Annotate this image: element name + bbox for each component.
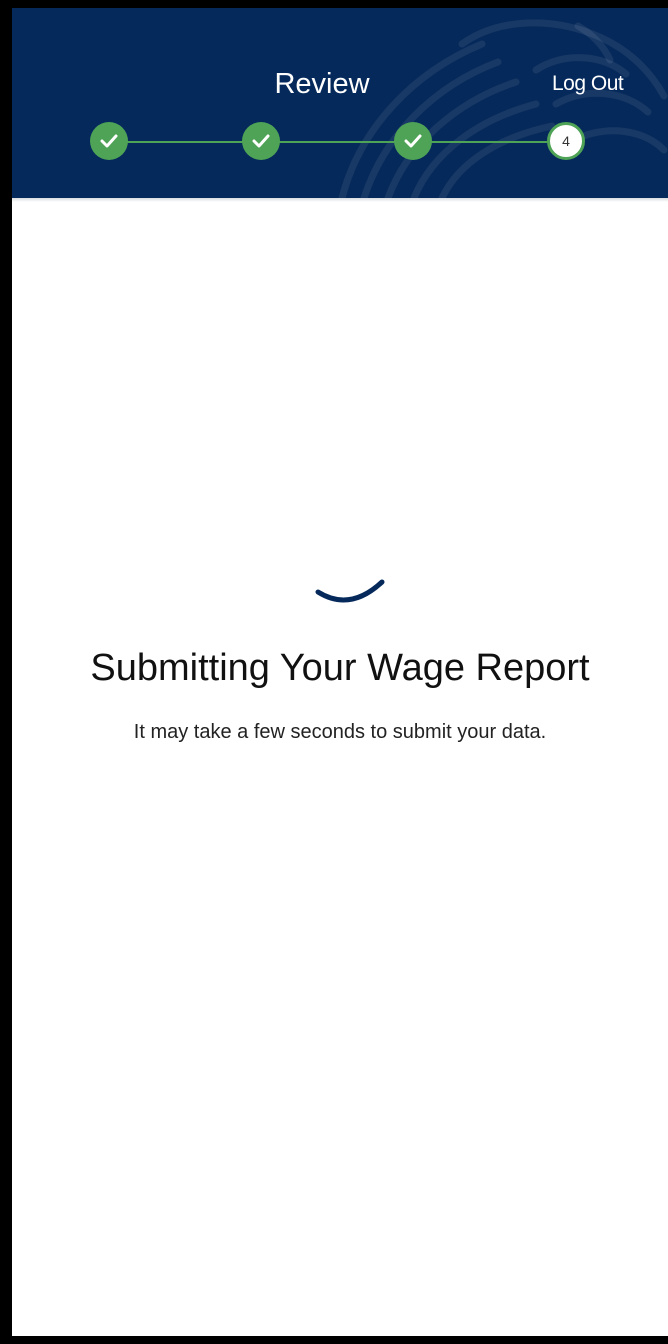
logout-link[interactable]: Log Out [552, 70, 624, 98]
app-screen: Review Log Out 4 Submitting Your Wage Re… [12, 8, 668, 1336]
stepper-connector-line [110, 141, 570, 143]
step-4-current: 4 [547, 122, 585, 160]
page-title: Review [274, 68, 370, 100]
header-bar: Review Log Out 4 [12, 8, 668, 198]
eagle-watermark-icon [338, 19, 668, 198]
header-divider [12, 198, 668, 202]
check-icon [252, 134, 270, 148]
screen-frame: Review Log Out 4 Submitting Your Wage Re… [0, 0, 668, 1344]
check-icon [404, 134, 422, 148]
submitting-title: Submitting Your Wage Report [90, 647, 590, 689]
step-3-complete [394, 122, 432, 160]
check-icon [100, 134, 118, 148]
submitting-message: It may take a few seconds to submit your… [133, 721, 547, 743]
progress-stepper: 4 [12, 120, 668, 166]
loading-spinner-icon [315, 579, 385, 603]
step-2-complete [242, 122, 280, 160]
step-1-complete [90, 122, 128, 160]
